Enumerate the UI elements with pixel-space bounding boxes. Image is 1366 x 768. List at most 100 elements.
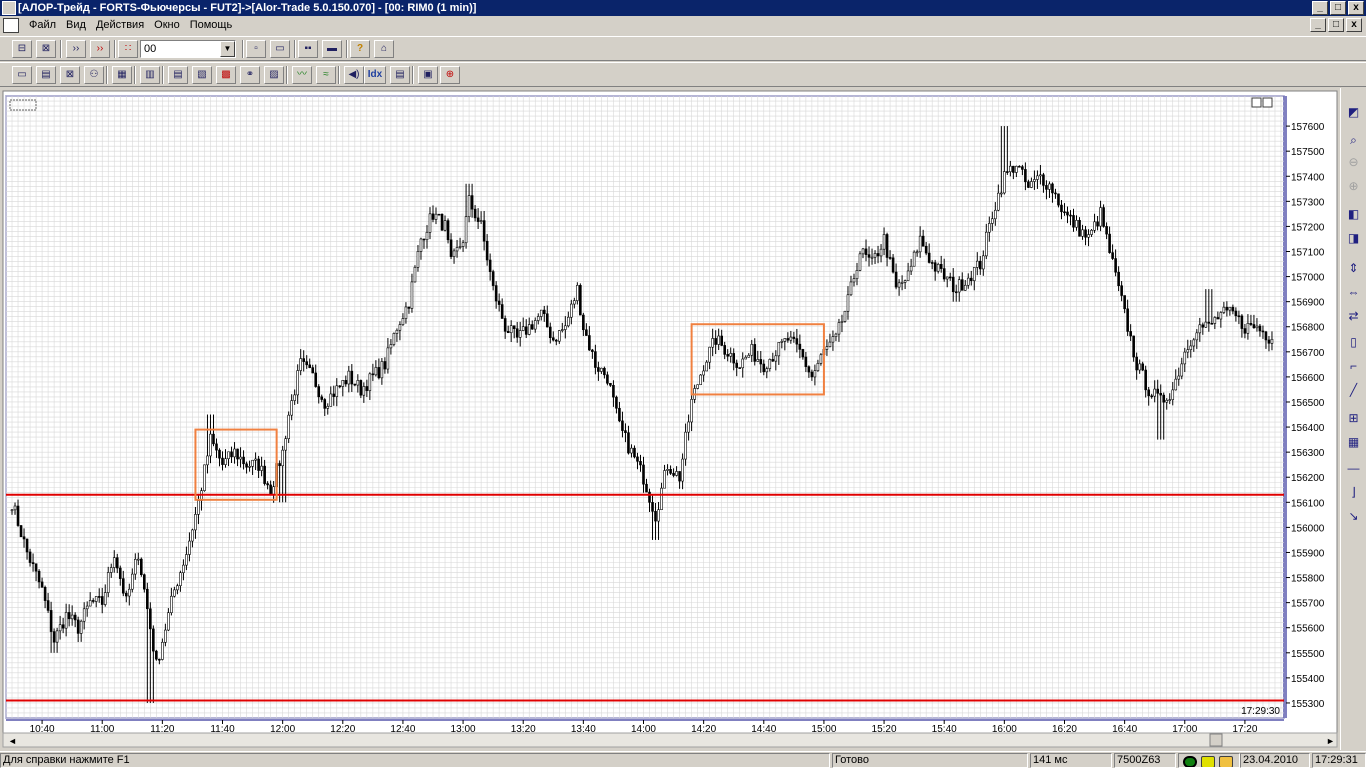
horizontal-scrollbar[interactable] <box>2 732 1338 748</box>
mdi-close-button[interactable]: x <box>1346 18 1362 32</box>
trend-line-icon[interactable]: ╱ <box>1343 380 1364 400</box>
expand-icon[interactable]: ⇔ <box>1343 282 1364 302</box>
candle-body <box>792 336 796 339</box>
step-line-icon[interactable]: ⌐ <box>1343 356 1364 376</box>
candle-body <box>443 220 447 231</box>
chart-area-icon[interactable]: ≈ <box>316 66 336 84</box>
idx-button[interactable]: Idx <box>364 66 386 84</box>
candle-body <box>711 338 714 348</box>
handshake-icon[interactable]: ⚭ <box>240 66 260 84</box>
candle-body <box>227 451 230 460</box>
candle-body <box>251 459 254 467</box>
chevron-down-icon[interactable]: ▼ <box>220 41 235 57</box>
arrow-diagonal-icon[interactable]: ↘ <box>1343 506 1364 526</box>
candle-body <box>1201 324 1205 328</box>
candle-body <box>73 614 77 621</box>
candle-body <box>618 407 621 422</box>
chart-window-icon[interactable] <box>3 18 19 33</box>
candle-body <box>10 509 14 512</box>
chart-maximize-icon[interactable] <box>1262 97 1273 108</box>
zoom-out-icon[interactable]: ⊖ <box>1343 152 1364 172</box>
grid-icon[interactable]: ▦ <box>112 66 132 84</box>
vertical-stretch-icon[interactable]: ⇕ <box>1343 258 1364 278</box>
portfolio-icon[interactable]: ▨ <box>264 66 284 84</box>
menu-item[interactable]: Действия <box>91 18 149 33</box>
candle-body <box>398 324 402 331</box>
help-icon[interactable]: ? <box>350 40 370 58</box>
panel-icon[interactable]: ▬ <box>322 40 342 58</box>
chart-line-icon[interactable]: 〰 <box>292 66 312 84</box>
candle-body <box>224 458 227 465</box>
candle-body <box>1144 369 1147 391</box>
latency-indicator: 141 мс <box>1030 753 1112 768</box>
candle-body <box>720 335 723 346</box>
candle-body <box>708 346 711 363</box>
window-icon[interactable]: ▭ <box>12 66 32 84</box>
candle-body <box>1258 325 1262 332</box>
trades-icon[interactable]: ▧ <box>192 66 212 84</box>
home-icon[interactable]: ⌂ <box>374 40 394 58</box>
zoom-in-icon[interactable]: ⊕ <box>1343 176 1364 196</box>
menu-item[interactable]: Файл <box>24 18 61 33</box>
scrollbar-thumb[interactable] <box>1209 733 1223 747</box>
table-icon[interactable]: ▤ <box>36 66 56 84</box>
candle-body <box>82 608 86 622</box>
mdi-restore-button[interactable]: □ <box>1328 18 1344 32</box>
maximize-button[interactable]: □ <box>1330 1 1346 15</box>
compress-icon[interactable]: ⇄ <box>1343 306 1364 326</box>
candle-body <box>768 359 772 369</box>
stop-orders-icon[interactable]: ▩ <box>216 66 236 84</box>
print-icon[interactable]: ▣ <box>418 66 438 84</box>
arrows-icon[interactable]: ›› <box>66 40 86 58</box>
news-icon[interactable]: ▤ <box>390 66 410 84</box>
candle-body <box>807 366 811 373</box>
menu-bar: Файл Вид Действия Окно Помощь _ □ x <box>0 16 1366 35</box>
grid-fine-icon[interactable]: ▦ <box>1343 432 1364 452</box>
chart-window[interactable]: 155300 155400 155500 155600 155700 155800 1559… <box>0 88 1340 750</box>
candle-icon[interactable]: ▯ <box>1343 332 1364 352</box>
candle-body <box>1168 399 1172 401</box>
horizontal-line-icon[interactable]: — <box>1343 458 1364 478</box>
settings-icon[interactable]: ⊕ <box>440 66 460 84</box>
menu-item[interactable]: Помощь <box>185 18 238 33</box>
close-button[interactable]: x <box>1348 1 1364 15</box>
menu-item[interactable]: Вид <box>61 18 91 33</box>
mdi-minimize-button[interactable]: _ <box>1310 18 1326 32</box>
candle-body <box>927 252 931 263</box>
price-chart[interactable]: 155300 155400 155500 155600 155700 155800 1559… <box>0 88 1340 750</box>
dots-icon[interactable]: ∷ <box>118 40 138 58</box>
orders-icon[interactable]: ▤ <box>168 66 188 84</box>
app-icon[interactable] <box>2 1 16 15</box>
candle-body <box>85 605 89 610</box>
account-combo[interactable]: 00 ▼ <box>140 40 236 58</box>
sound-icon[interactable]: ◀) <box>344 66 364 84</box>
candle-body <box>539 309 543 317</box>
bar-chart-icon[interactable]: ▪▪ <box>298 40 318 58</box>
candle-body <box>1066 211 1069 216</box>
horizontal-stretch-icon[interactable]: ◧ <box>1343 204 1364 224</box>
new-document-icon[interactable]: ▫ <box>246 40 266 58</box>
candle-body <box>112 557 116 568</box>
fast-arrows-icon[interactable]: ›› <box>90 40 110 58</box>
y-tick-label: 156600 <box>1291 373 1325 384</box>
chart-minimize-icon[interactable] <box>1251 97 1262 108</box>
y-tick-label: 157000 <box>1291 273 1325 284</box>
users-icon[interactable]: ⚇ <box>84 66 104 84</box>
menu-item[interactable]: Окно <box>149 18 185 33</box>
cross-icon[interactable]: ⊠ <box>60 66 80 84</box>
toolbar-separator <box>114 40 116 58</box>
candle-body <box>1012 165 1015 173</box>
horizontal-compress-icon[interactable]: ◨ <box>1343 228 1364 248</box>
grid-table-icon[interactable]: ⊞ <box>1343 408 1364 428</box>
quotes-icon[interactable]: ▥ <box>140 66 160 84</box>
candle-body <box>245 463 248 468</box>
open-folder-icon[interactable]: ▭ <box>270 40 290 58</box>
disconnect-icon[interactable]: ⊠ <box>36 40 56 58</box>
zoom-icon[interactable]: ⌕ <box>1343 130 1364 150</box>
vertical-line-icon[interactable]: ⌋ <box>1343 482 1364 502</box>
connect-icon[interactable]: ⊟ <box>12 40 32 58</box>
chart-type-icon[interactable]: ◩ <box>1343 102 1364 122</box>
minimize-button[interactable]: _ <box>1312 1 1328 15</box>
candle-body <box>263 465 266 484</box>
candle-body <box>774 355 778 362</box>
